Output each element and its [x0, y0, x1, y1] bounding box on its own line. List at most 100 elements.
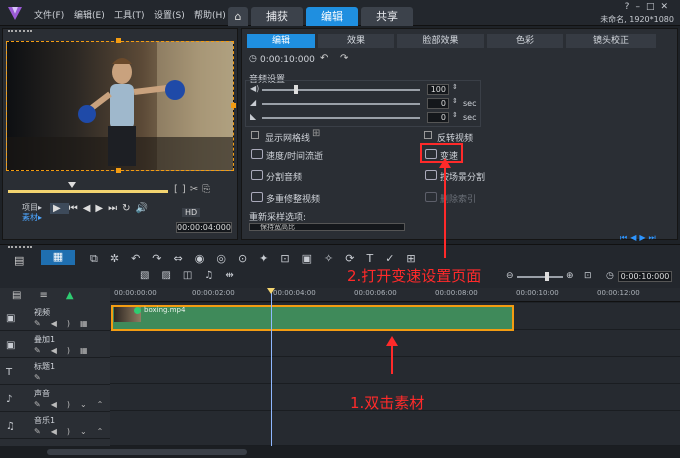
zoom-in-icon[interactable]: ⊕ — [566, 271, 574, 281]
zoom-slider-handle[interactable] — [545, 272, 549, 281]
grid-icon[interactable]: ⊞ — [312, 128, 320, 139]
list-icon[interactable]: ≡ — [39, 290, 65, 301]
voice-icon[interactable]: ◎ — [216, 252, 238, 265]
options-tab-edit[interactable]: 编辑 — [247, 34, 315, 48]
check-icon[interactable]: ✓ — [385, 252, 406, 265]
spin-icon[interactable]: ⇕ — [452, 97, 458, 105]
undo-icon[interactable]: ↶ — [131, 252, 152, 265]
options-tab-lens-correction[interactable]: 镜头校正 — [566, 34, 656, 48]
menu-edit[interactable]: 编辑(E) — [74, 8, 105, 21]
fit-project-icon[interactable]: ⊡ — [584, 271, 592, 281]
fade-out-input[interactable]: 0 — [427, 112, 449, 123]
volume-slider-handle[interactable] — [294, 85, 298, 94]
split-by-scene-button[interactable]: 按场景分割 — [440, 170, 485, 183]
track-overlay[interactable]: ▣ 叠加1 ✎◀)▦ — [0, 331, 110, 358]
mic-icon[interactable]: ♫ — [204, 270, 225, 281]
prev-icon[interactable]: ◀ — [630, 233, 639, 242]
mix-icon[interactable]: ⊙ — [238, 252, 259, 265]
playhead-line[interactable] — [271, 288, 272, 446]
minimize-icon[interactable]: – — [635, 2, 646, 12]
crop-handle[interactable] — [116, 38, 121, 43]
playhead-handle[interactable] — [267, 288, 275, 294]
tab-share[interactable]: 共享 — [361, 7, 413, 26]
home-button[interactable]: ⌂ — [228, 7, 248, 26]
tab-edit[interactable]: 编辑 — [306, 7, 358, 26]
fade-in-slider[interactable] — [262, 103, 420, 105]
multi-trim-button[interactable]: 多重修整视频 — [266, 192, 320, 205]
snapshot-icon[interactable]: ⎘ — [202, 184, 214, 195]
panel-nav[interactable]: ⏮◀▶⏭ — [620, 233, 659, 243]
grid-icon[interactable]: ⊞ — [406, 252, 427, 265]
playback-controls[interactable]: ▶ ⏮◀▶⏭↻🔊 — [50, 203, 153, 214]
music-track-lane[interactable] — [110, 411, 680, 446]
track-title[interactable]: T 标题1 ✎ — [0, 358, 110, 385]
mark-out-icon[interactable]: ] — [182, 184, 190, 195]
scale-selector[interactable]: HD — [182, 208, 201, 217]
clip-mode-label[interactable]: 素材▸ — [22, 212, 42, 223]
scrubber-handle[interactable] — [68, 182, 76, 188]
options-tab-effect[interactable]: 效果 — [318, 34, 394, 48]
volume-input[interactable]: 100 — [427, 84, 449, 95]
track-music[interactable]: ♫ 音乐1 ✎◀)⌄⌃ — [0, 412, 110, 439]
split-icon[interactable]: ✂ — [190, 184, 202, 195]
fx-icon[interactable]: ✦ — [259, 252, 280, 265]
redo-icon[interactable]: ↷ — [152, 252, 173, 265]
first-icon[interactable]: ⏮ — [620, 233, 630, 242]
speed-time-button[interactable]: 速度/时间流逝 — [266, 149, 323, 162]
gif-icon[interactable]: ▨ — [161, 270, 182, 281]
magic-icon[interactable]: ✲ — [110, 252, 131, 265]
rotate-left-icon[interactable]: ↶ — [320, 53, 328, 64]
track-voice[interactable]: ♪ 声音 ✎◀)⌄⌃ — [0, 385, 110, 412]
record-icon[interactable]: ◉ — [195, 252, 217, 265]
menu-help[interactable]: 帮助(H) — [194, 8, 226, 21]
end-icon[interactable]: ⏭ — [108, 203, 122, 214]
scrubber-bar[interactable] — [8, 190, 168, 193]
menu-file[interactable]: 文件(F) — [34, 8, 64, 21]
maximize-icon[interactable]: □ — [646, 2, 661, 12]
fit-icon[interactable]: ⇔ — [174, 252, 195, 265]
track-controls[interactable]: ✎◀)⌄⌃ — [34, 427, 113, 436]
mark-in-icon[interactable]: [ — [174, 184, 182, 195]
trim-controls[interactable]: []✂⎘ — [174, 184, 214, 195]
panel-grip[interactable] — [8, 30, 32, 33]
timeline-view-button[interactable]: ▦ — [41, 250, 75, 265]
title-track-lane[interactable] — [110, 357, 680, 384]
repeat-icon[interactable]: ↻ — [122, 203, 135, 214]
speed-icon[interactable]: ⟳ — [345, 252, 366, 265]
tab-capture[interactable]: 捕获 — [251, 7, 303, 26]
mask-icon[interactable]: ▣ — [302, 252, 324, 265]
split-audio-button[interactable]: 分割音频 — [266, 170, 302, 183]
track-video[interactable]: ▣ 视频 ✎◀)▦ — [0, 304, 110, 331]
track-controls[interactable]: ✎◀)▦ — [34, 346, 98, 355]
copy-icon[interactable]: ⧉ — [90, 252, 110, 265]
next-icon[interactable]: ▶ — [639, 233, 648, 242]
timeline-tools-row2[interactable]: ▧▨◫♫⇹ — [140, 270, 246, 281]
title-icon[interactable]: ⊡ — [280, 252, 301, 265]
options-tab-color[interactable]: 色彩 — [487, 34, 563, 48]
track-controls[interactable]: ✎◀)⌄⌃ — [34, 400, 113, 409]
panel-grip[interactable] — [8, 246, 32, 249]
resample-select[interactable]: 保持宽高比 — [249, 223, 405, 231]
motion-icon[interactable]: ✧ — [324, 252, 345, 265]
show-grid-checkbox[interactable] — [251, 131, 259, 139]
split-track-icon[interactable]: ⇹ — [225, 270, 245, 281]
last-icon[interactable]: ⏭ — [649, 233, 659, 242]
options-tab-face-effect[interactable]: 脸部效果 — [397, 34, 484, 48]
crop-handle[interactable] — [231, 103, 236, 108]
fade-out-slider[interactable] — [262, 117, 420, 119]
spin-icon[interactable]: ⇕ — [452, 83, 458, 91]
menu-settings[interactable]: 设置(S) — [154, 8, 185, 21]
timeline-tools-row1[interactable]: ⧉✲↶↷⇔◉◎⊙✦⊡▣✧⟳T✓⊞ — [90, 252, 428, 266]
reverse-video-checkbox[interactable] — [424, 131, 432, 139]
home-icon[interactable]: ⏮ — [69, 203, 83, 214]
volume-icon[interactable]: 🔊 — [136, 203, 153, 214]
rotate-right-icon[interactable]: ↷ — [340, 53, 348, 64]
menu-tools[interactable]: 工具(T) — [114, 8, 145, 21]
timeline-scrollbar[interactable] — [0, 446, 680, 458]
help-icon[interactable]: ? — [625, 2, 636, 12]
subtitle-icon[interactable]: T — [366, 252, 385, 265]
storyboard-view-icon[interactable]: ▤ — [14, 254, 24, 267]
crop-handle[interactable] — [116, 168, 121, 173]
scrollbar-thumb[interactable] — [47, 449, 247, 455]
next-frame-icon[interactable]: ▶ — [95, 203, 108, 214]
